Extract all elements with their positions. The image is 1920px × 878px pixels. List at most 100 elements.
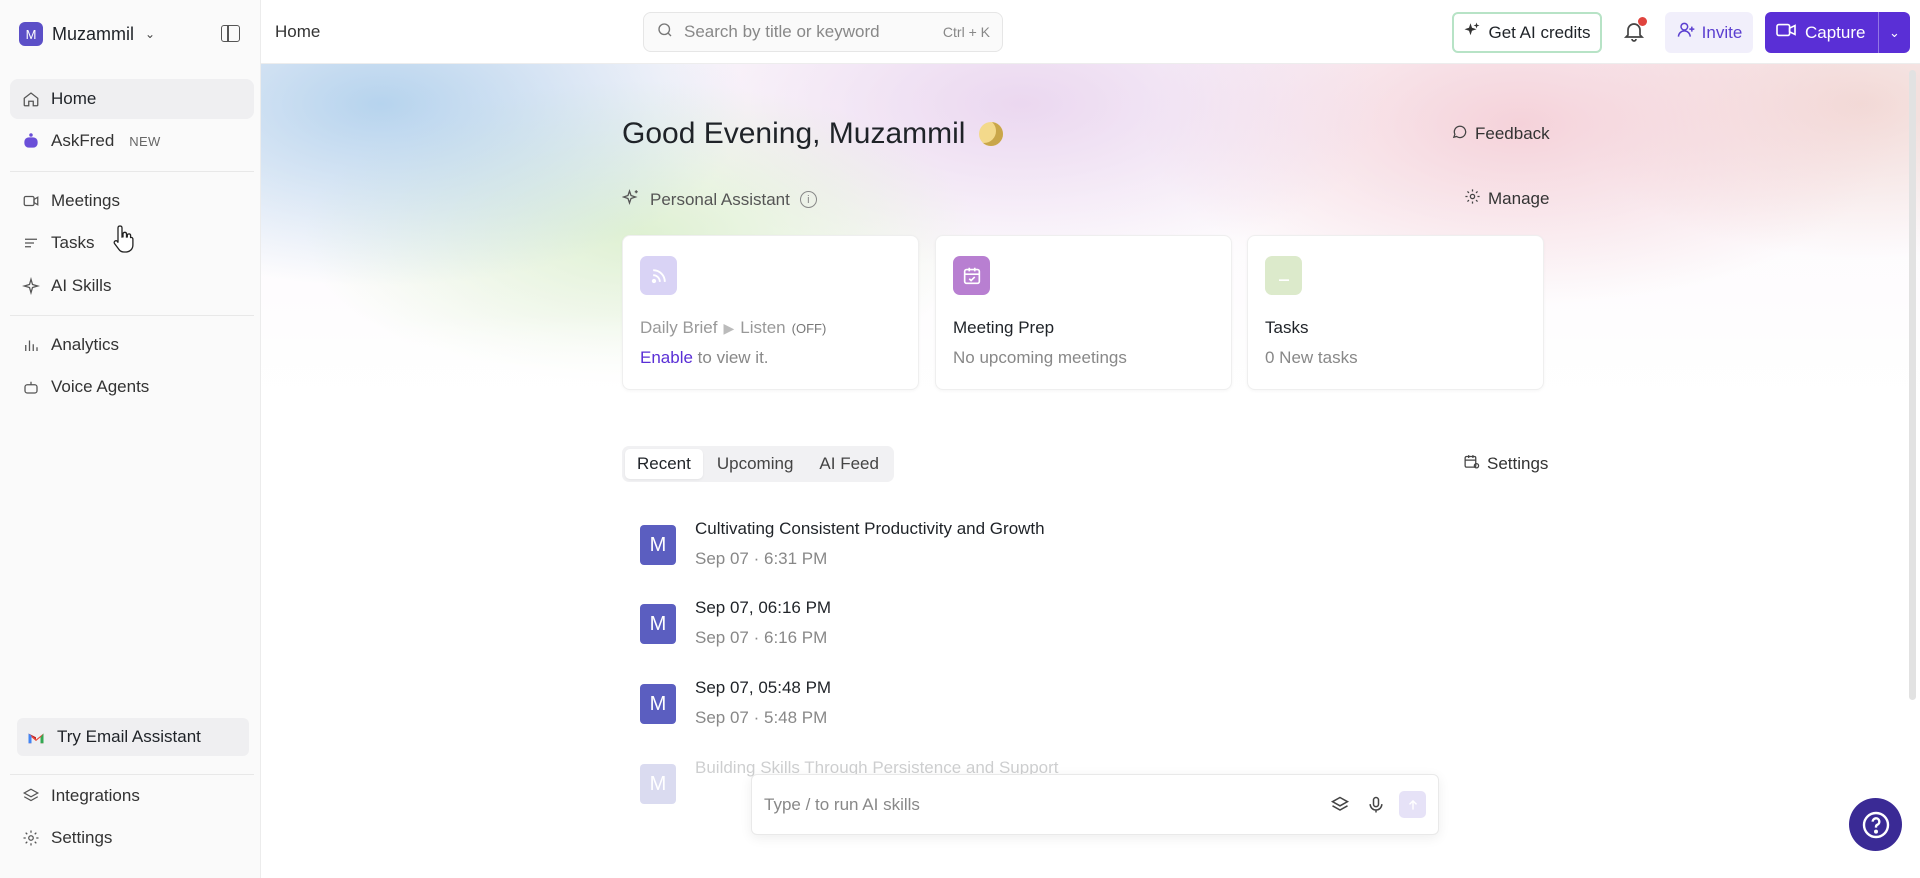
meeting-date: Sep 07 [695,549,749,568]
divider [10,315,254,316]
sidebar-item-voice-agents[interactable]: Voice Agents [10,367,254,407]
search-box[interactable]: Ctrl + K [643,12,1003,52]
search-input[interactable] [684,22,933,42]
tasks-card-subtitle: 0 New tasks [1265,348,1358,367]
settings-label: Settings [1487,454,1549,473]
breadcrumb: Home [275,22,321,41]
tab-recent[interactable]: Recent [625,449,703,479]
bar-chart-icon [22,336,40,354]
sidebar-item-ai-skills[interactable]: AI Skills [10,266,254,306]
list-settings-button[interactable]: Settings [1463,453,1548,475]
sidebar-item-integrations[interactable]: Integrations [10,776,254,816]
rss-icon [640,256,677,295]
new-badge: NEW [129,133,161,149]
sidebar-item-home[interactable]: Home [10,79,254,119]
meeting-tabs: Recent Upcoming AI Feed [622,446,894,482]
meeting-prep-card[interactable]: Meeting Prep No upcoming meetings [935,235,1232,390]
divider [10,774,254,775]
info-icon[interactable]: i [799,191,817,208]
add-user-icon [1676,20,1696,45]
meeting-prep-subtitle: No upcoming meetings [953,348,1127,367]
play-icon[interactable]: ▶ [723,320,734,337]
meeting-title: Sep 07, 06:16 PM [695,598,832,617]
avatar: M [640,684,676,724]
robot-icon [22,378,40,396]
capture-dropdown-button[interactable]: ⌄ [1878,12,1910,53]
get-ai-credits-button[interactable]: Get AI credits [1452,12,1602,53]
chat-bubble-icon [1451,123,1468,145]
listen-label[interactable]: Listen [740,318,785,338]
meeting-title: Sep 07, 05:48 PM [695,678,832,697]
tasks-card-icon [1265,256,1302,295]
help-button[interactable] [1849,798,1902,851]
gmail-icon [27,730,45,744]
greeting-text: Good Evening, Muzammil [622,117,966,150]
layers-icon[interactable] [1327,792,1353,818]
meeting-time: 6:31 PM [764,549,828,568]
question-icon [1862,811,1889,838]
sidebar-item-settings[interactable]: Settings [10,818,254,858]
sidebar-item-label: Integrations [51,786,140,805]
personal-assistant-label: Personal Assistant [650,189,790,209]
sparkle-icon [621,188,640,211]
enable-link[interactable]: Enable [640,348,693,367]
ai-skills-composer [751,774,1439,835]
video-icon [1775,21,1797,44]
ai-skills-input[interactable] [764,794,1317,815]
credits-label: Get AI credits [1488,22,1591,42]
meeting-meta: Sep 07 · 6:31 PM [695,549,828,568]
divider [10,171,254,172]
meeting-meta: Sep 07 · 5:48 PM [695,708,828,727]
workspace-name: Muzammil [52,23,135,44]
sidebar-item-meetings[interactable]: Meetings [10,181,254,221]
try-email-label: Try Email Assistant [57,727,201,746]
invite-label: Invite [1701,22,1743,42]
daily-brief-title: Daily Brief ▶ Listen (OFF) [640,318,826,338]
workspace-switcher[interactable]: M Muzammil ⌄ [19,21,155,47]
listen-status: (OFF) [791,320,827,336]
meeting-title: Cultivating Consistent Productivity and … [695,519,1045,538]
meeting-time: 6:16 PM [764,628,828,647]
manage-button[interactable]: Manage [1464,188,1549,210]
daily-brief-card[interactable]: Daily Brief ▶ Listen (OFF) Enable to vie… [622,235,919,390]
tasks-card[interactable]: Tasks 0 New tasks [1247,235,1544,390]
topbar: Home Ctrl + K Get AI credits Invite Capt… [261,0,1920,64]
manage-label: Manage [1488,189,1550,208]
capture-button[interactable]: Capture ⌄ [1765,12,1910,53]
sidebar-item-label: AI Skills [51,276,112,295]
list-icon [22,234,40,252]
try-email-assistant-button[interactable]: Try Email Assistant [17,718,249,756]
sidebar-item-label: AskFred [51,131,115,150]
microphone-icon[interactable] [1363,792,1389,818]
hand-cursor-icon [112,224,136,254]
scrollbar[interactable] [1909,70,1916,700]
greeting: Good Evening, Muzammil [622,117,1004,151]
layers-icon [22,787,40,805]
daily-brief-subtitle: Enable to view it. [640,348,769,368]
invite-button[interactable]: Invite [1665,12,1753,53]
home-icon [22,90,40,108]
sidebar-item-askfred[interactable]: AskFred NEW [10,121,254,161]
tab-upcoming[interactable]: Upcoming [705,449,806,479]
send-button[interactable] [1399,791,1426,818]
calendar-settings-icon [1463,453,1480,475]
sidebar-toggle-icon[interactable] [221,25,240,42]
main-content: Good Evening, Muzammil Feedback Personal… [261,64,1920,878]
notifications-button[interactable] [1622,17,1648,45]
gear-icon [22,829,40,847]
daily-brief-sub-rest: to view it. [697,348,769,367]
list-item[interactable]: M Sep 07, 06:16 PM Sep 07 · 6:16 PM [640,598,1540,658]
capture-main[interactable]: Capture [1765,12,1878,53]
tab-ai-feed[interactable]: AI Feed [807,449,891,479]
sidebar: M Muzammil ⌄ Home AskFred NEW Meetings T… [0,0,261,878]
list-item[interactable]: M Sep 07, 05:48 PM Sep 07 · 5:48 PM [640,678,1540,738]
meeting-prep-title: Meeting Prep [953,318,1055,337]
sidebar-item-label: Meetings [51,191,120,210]
meeting-date: Sep 07 [695,708,749,727]
sidebar-item-analytics[interactable]: Analytics [10,325,254,365]
feedback-button[interactable]: Feedback [1451,123,1550,145]
workspace-avatar: M [19,22,43,46]
list-item[interactable]: M Cultivating Consistent Productivity an… [640,519,1540,579]
meeting-meta: Sep 07 · 6:16 PM [695,628,828,647]
capture-label: Capture [1805,22,1866,42]
